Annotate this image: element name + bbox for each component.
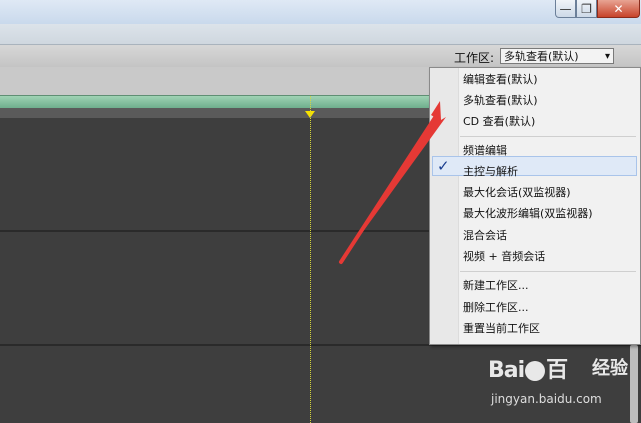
window-controls: — ❐ ✕: [555, 0, 640, 20]
workspace-select[interactable]: 多轨查看(默认) ▾: [500, 48, 614, 64]
menu-item-spectral-edit[interactable]: 频谱编辑: [463, 142, 507, 160]
paw-icon: [525, 361, 546, 381]
watermark-url: jingyan.baidu.com: [491, 392, 602, 406]
menu-item-maximize-waveform[interactable]: 最大化波形编辑(双监视器): [463, 205, 593, 223]
menu-bar: [0, 24, 641, 45]
menu-separator: [460, 271, 636, 272]
menu-item-video-audio-session[interactable]: 视频 + 音频会话: [463, 248, 545, 266]
menu-item-reset-workspace[interactable]: 重置当前工作区: [463, 320, 540, 338]
chevron-down-icon: ▾: [604, 51, 610, 62]
baidu-jingyan-watermark: Bai 百 经验 jingyan.baidu.com: [488, 352, 638, 422]
checkmark-icon: ✓: [437, 157, 450, 175]
workspace-toolbar: 工作区: 多轨查看(默认) ▾: [0, 45, 641, 68]
workspace-label: 工作区:: [454, 51, 495, 65]
menu-item-edit-view[interactable]: 编辑查看(默认): [463, 71, 538, 89]
menu-item-cd-view[interactable]: CD 查看(默认): [463, 113, 535, 131]
menu-item-mix-session[interactable]: 混合会话: [463, 227, 507, 245]
menu-item-mastering[interactable]: 主控与解析: [463, 163, 518, 181]
minimize-button[interactable]: —: [555, 0, 576, 18]
watermark-logo: Bai 百: [488, 352, 568, 384]
watermark-logo-du: 百: [546, 358, 568, 383]
watermark-logo-bai: Bai: [488, 358, 525, 383]
menu-item-maximize-session[interactable]: 最大化会话(双监视器): [463, 184, 571, 202]
maximize-button[interactable]: ❐: [576, 0, 597, 18]
menu-separator: [460, 136, 636, 137]
window-titlebar: — ❐ ✕: [0, 0, 641, 24]
workspace-selected-value: 多轨查看(默认): [504, 50, 579, 63]
playhead-line: [310, 96, 311, 423]
watermark-jingyan: 经验: [592, 358, 628, 379]
menu-icon-gutter: [430, 68, 459, 344]
close-button[interactable]: ✕: [597, 0, 640, 18]
menu-item-multitrack-view[interactable]: 多轨查看(默认): [463, 92, 538, 110]
menu-item-delete-workspace[interactable]: 删除工作区...: [463, 299, 529, 317]
workspace-dropdown-menu: ✓ 编辑查看(默认) 多轨查看(默认) CD 查看(默认) 频谱编辑 主控与解析…: [429, 67, 641, 345]
menu-item-new-workspace[interactable]: 新建工作区...: [463, 277, 529, 295]
